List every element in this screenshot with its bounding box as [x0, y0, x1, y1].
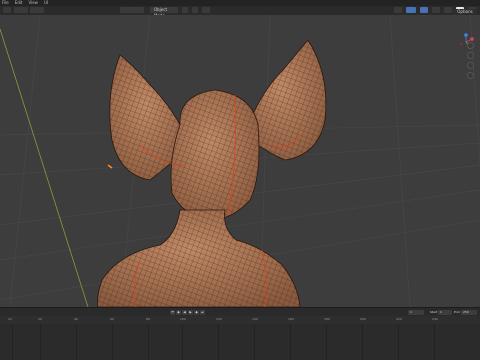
timeline-header: ⏮ ◆ ◀ ▶ ◆ ⏭ 1 Start 1 End 250 — [0, 307, 480, 316]
xray-button[interactable] — [420, 7, 428, 13]
ruler-tick-label: 200 — [360, 317, 366, 321]
ruler-tick-label: 240 — [432, 317, 438, 321]
zoom-view-button[interactable] — [467, 42, 474, 49]
ruler-tick-label: 60 — [110, 317, 114, 321]
ruler-tick-label: 20 — [38, 317, 42, 321]
ruler-tick-label: 140 — [252, 317, 258, 321]
jump-end-icon[interactable]: ⏭ — [200, 310, 205, 315]
play-reverse-icon[interactable]: ◀ — [182, 310, 187, 315]
next-keyframe-icon[interactable]: ◆ — [194, 310, 199, 315]
ruler-tick-label: 80 — [146, 317, 150, 321]
editor-type-button[interactable] — [3, 7, 11, 13]
play-icon[interactable]: ▶ — [188, 310, 193, 315]
timeline-body[interactable] — [0, 324, 480, 360]
options-dropdown[interactable]: Options — [453, 9, 477, 15]
end-frame-field[interactable]: 250 — [461, 310, 477, 315]
perspective-toggle-button[interactable] — [467, 72, 474, 79]
ruler-tick-label: 100 — [180, 317, 186, 321]
transform-tool-button[interactable] — [120, 7, 144, 13]
ruler-tick-label: 120 — [216, 317, 222, 321]
ruler-tick-label: 12 — [8, 317, 12, 321]
ruler-tick-label: 40 — [74, 317, 78, 321]
start-label: Start — [430, 310, 438, 314]
view-menu-button[interactable] — [14, 7, 28, 13]
ruler-tick-label: 180 — [324, 317, 330, 321]
jump-start-icon[interactable]: ⏮ — [170, 310, 175, 315]
proportional-edit-button[interactable] — [202, 7, 210, 13]
ruler-tick-label: 220 — [396, 317, 402, 321]
viewport-header: Object Mode — [0, 6, 480, 18]
pan-view-button[interactable] — [467, 52, 474, 59]
viewport-canvas — [0, 15, 480, 307]
select-menu-button[interactable] — [30, 7, 44, 13]
pivot-button[interactable] — [182, 7, 188, 13]
start-frame-field[interactable]: 1 — [438, 310, 452, 315]
ruler-tick-label: 160 — [288, 317, 294, 321]
prev-keyframe-icon[interactable]: ◆ — [176, 310, 181, 315]
snap-button[interactable] — [192, 7, 198, 13]
overlay-button[interactable] — [406, 7, 416, 13]
timeline-ruler[interactable]: 12 20 40 60 80 100 120 140 160 180 200 2… — [0, 316, 480, 324]
material-shading-button[interactable] — [444, 7, 452, 13]
current-frame-field[interactable]: 1 — [408, 310, 424, 315]
end-label: End — [454, 310, 460, 314]
object-mode-dropdown[interactable]: Object Mode — [150, 7, 178, 18]
navigation-gizmo[interactable] — [456, 32, 476, 52]
visibility-button[interactable] — [394, 7, 402, 13]
3d-viewport[interactable] — [0, 15, 480, 307]
camera-view-button[interactable] — [467, 62, 474, 69]
solid-shading-button[interactable] — [432, 7, 440, 13]
